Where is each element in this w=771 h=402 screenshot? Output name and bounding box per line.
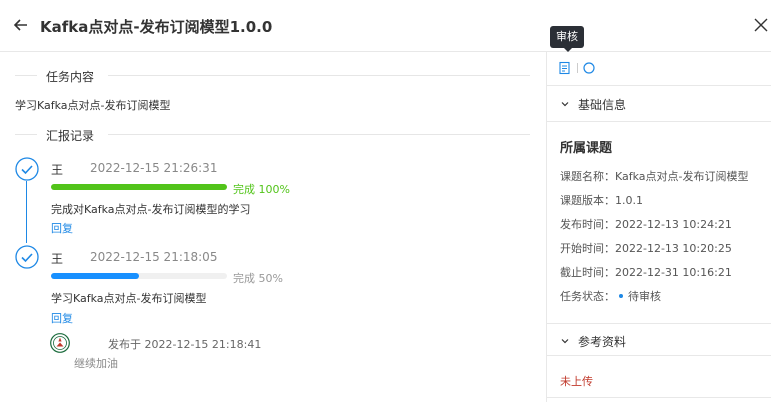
status-dot [619, 294, 623, 298]
close-icon[interactable] [752, 16, 770, 34]
report-description: 完成对Kafka点对点-发布订阅模型的学习 [51, 203, 251, 216]
info-row-topic-name: 课题名称：Kafka点对点-发布订阅模型 [560, 170, 749, 183]
topic-subheading: 所属课题 [560, 141, 613, 156]
divider [108, 134, 530, 135]
timeline-line [26, 181, 27, 243]
task-section-title: 任务内容 [46, 70, 95, 84]
reply-link[interactable]: 回复 [51, 220, 73, 236]
info-row-deadline: 截止时间：2022-12-31 10:16:21 [560, 266, 732, 279]
chevron-down-icon[interactable] [560, 99, 570, 109]
progress-label: 完成 50% [233, 272, 283, 285]
report-time: 2022-12-15 21:18:05 [90, 250, 218, 264]
review-doc-icon[interactable] [558, 61, 572, 75]
report-description: 学习Kafka点对点-发布订阅模型 [51, 292, 207, 305]
progress-fill [51, 273, 139, 279]
info-row-start-time: 开始时间：2022-12-13 10:20:25 [560, 242, 732, 255]
progress-label: 完成 100% [233, 183, 290, 196]
info-row-publish-time: 发布时间：2022-12-13 10:24:21 [560, 218, 732, 231]
panel-divider [546, 52, 547, 402]
divider [108, 75, 530, 76]
review-tooltip: 审核 [550, 26, 584, 52]
page-title: Kafka点对点-发布订阅模型1.0.0 [40, 18, 273, 36]
reports-section-title: 汇报记录 [46, 129, 95, 143]
avatar-emblem [50, 333, 70, 353]
divider [546, 355, 771, 356]
report-user: 王 [51, 252, 64, 266]
divider [546, 323, 771, 324]
reply-link[interactable]: 回复 [51, 310, 73, 326]
check-circle-icon [15, 157, 39, 181]
divider [546, 85, 771, 86]
drawer-header: Kafka点对点-发布订阅模型1.0.0 [0, 0, 771, 52]
comment-text: 继续加油 [74, 357, 118, 370]
check-circle-icon [15, 245, 39, 269]
progress-fill [51, 184, 227, 190]
chevron-down-icon[interactable] [560, 336, 570, 346]
info-row-version: 课题版本：1.0.1 [560, 194, 643, 207]
report-user: 王 [51, 163, 64, 177]
report-time: 2022-12-15 21:26:31 [90, 161, 218, 175]
comment-bubble-icon[interactable] [582, 61, 596, 75]
divider [546, 121, 771, 122]
references-heading[interactable]: 参考资料 [578, 333, 626, 350]
divider [15, 75, 37, 76]
info-row-status: 任务状态： 待审核 [560, 290, 661, 303]
progress-bar [51, 184, 227, 190]
progress-bar [51, 273, 227, 279]
tab-separator [577, 63, 578, 73]
basic-info-heading[interactable]: 基础信息 [578, 96, 626, 113]
references-empty-text: 未上传 [560, 375, 593, 388]
task-content-text: 学习Kafka点对点-发布订阅模型 [15, 99, 171, 112]
divider [15, 134, 37, 135]
divider [546, 397, 771, 398]
comment-time: 发布于 2022-12-15 21:18:41 [108, 338, 262, 351]
back-arrow-icon[interactable] [12, 16, 30, 34]
